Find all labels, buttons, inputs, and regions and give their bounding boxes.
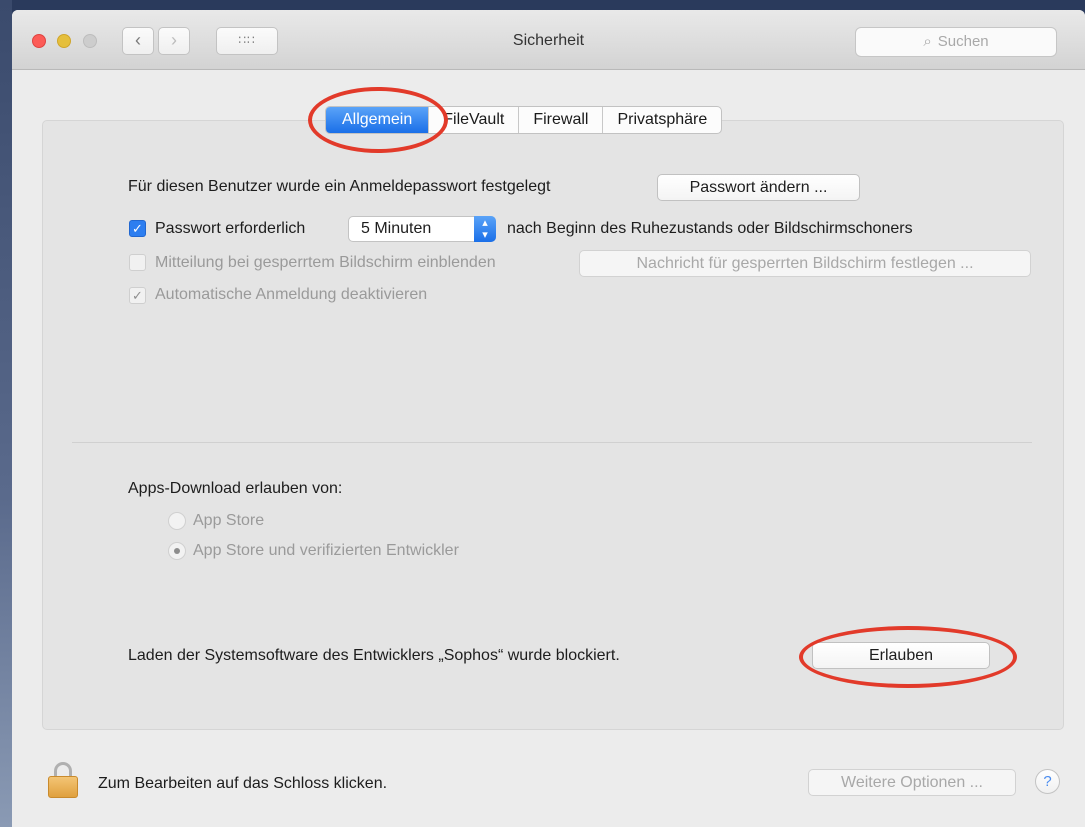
require-password-suffix: nach Beginn des Ruhezustands oder Bildsc… [507, 220, 913, 237]
show-message-checkbox[interactable] [129, 254, 146, 271]
search-icon: ⌕ [923, 33, 932, 50]
help-button[interactable]: ? [1035, 769, 1060, 794]
lock-body [48, 776, 78, 798]
radio-app-store-identified[interactable] [168, 542, 186, 560]
radio-app-store-label: App Store [193, 512, 265, 529]
section-divider [72, 442, 1032, 443]
tab-filevault[interactable]: FileVault [428, 107, 518, 133]
password-delay-select[interactable]: 5 Minuten ▴ ▾ [348, 216, 496, 242]
radio-app-store-identified-label: App Store und verifizierten Entwickler [193, 542, 459, 559]
downloads-heading: Apps-Download erlauben von: [128, 480, 343, 497]
allow-button[interactable]: Erlauben [812, 642, 990, 669]
tab-firewall[interactable]: Firewall [518, 107, 602, 133]
radio-app-store[interactable] [168, 512, 186, 530]
set-lock-message-button[interactable]: Nachricht für gesperrten Bildschirm fest… [579, 250, 1031, 277]
checkmark-icon: ✓ [132, 288, 143, 303]
disable-auto-login-checkbox[interactable]: ✓ [129, 287, 146, 304]
show-message-label: Mitteilung bei gesperrtem Bildschirm ein… [155, 254, 496, 271]
checkmark-icon: ✓ [132, 221, 143, 236]
disable-auto-login-label: Automatische Anmeldung deaktivieren [155, 286, 428, 303]
change-password-button[interactable]: Passwort ändern ... [657, 174, 860, 201]
require-password-checkbox[interactable]: ✓ [129, 220, 146, 237]
radio-selected-dot [174, 548, 180, 554]
advanced-options-button[interactable]: Weitere Optionen ... [808, 769, 1016, 796]
lock-icon[interactable] [48, 762, 78, 798]
lock-message: Zum Bearbeiten auf das Schloss klicken. [98, 775, 388, 792]
require-password-label: Passwort erforderlich [155, 220, 306, 237]
desktop-background [0, 0, 12, 827]
content-panel [42, 120, 1064, 730]
title-bar: ‹ › ∷∷ Sicherheit ⌕ Suchen [12, 10, 1085, 70]
preferences-window: ‹ › ∷∷ Sicherheit ⌕ Suchen Allgemein File… [12, 10, 1085, 827]
tab-bar: Allgemein FileVault Firewall Privatsphär… [325, 106, 723, 134]
chevron-updown-icon: ▴ ▾ [474, 216, 496, 242]
password-set-label: Für diesen Benutzer wurde ein Anmeldepas… [128, 178, 551, 195]
search-placeholder: Suchen [937, 33, 989, 50]
tab-allgemein[interactable]: Allgemein [326, 107, 429, 133]
blocked-software-message: Laden der Systemsoftware des Entwicklers… [128, 647, 620, 664]
search-field[interactable]: ⌕ Suchen [855, 27, 1057, 57]
tab-privatsphaere[interactable]: Privatsphäre [602, 107, 721, 133]
password-delay-value: 5 Minuten [361, 220, 432, 237]
